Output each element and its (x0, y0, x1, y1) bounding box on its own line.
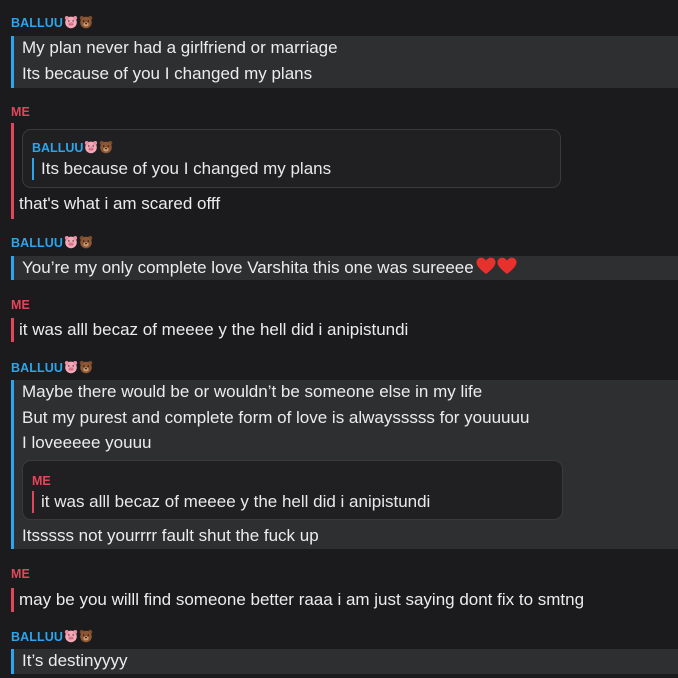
sender-name: ME (11, 105, 30, 119)
message-text: My plan never had a girlfriend or marria… (22, 38, 338, 57)
red-heart-icon (497, 257, 517, 281)
sender-label: BALLUU (11, 630, 63, 644)
message-text: may be you willl find someone better raa… (19, 590, 585, 609)
message-balluu[interactable]: BALLUU Maybe there would be or wouldn’t … (0, 352, 678, 552)
message-text: You’re my only complete love Varshita th… (22, 257, 517, 279)
sender-label: BALLUU (11, 16, 63, 30)
message-text-content: You’re my only complete love Varshita th… (22, 258, 474, 277)
sender-name: BALLUU (11, 15, 93, 31)
bear-face-icon (79, 15, 93, 33)
message-balluu[interactable]: BALLUU It’s destinyyyy (0, 622, 678, 678)
message-body: it was alll becaz of meeee y the hell di… (11, 318, 678, 342)
message-body: You’re my only complete love Varshita th… (11, 256, 678, 280)
message-body: My plan never had a girlfriend or marria… (11, 36, 678, 88)
sender-name: BALLUU (11, 629, 93, 645)
quoted-text: Its because of you I changed my plans (41, 159, 332, 178)
sender-name: ME (11, 298, 30, 312)
sender-name: ME (11, 567, 30, 581)
sender-label: BALLUU (11, 361, 63, 375)
reply-quote[interactable]: BALLUU Its because of you I changed my p… (22, 129, 561, 188)
quoted-body: it was alll becaz of meeee y the hell di… (32, 491, 554, 513)
message-me[interactable]: ME may be you willl find someone better … (0, 560, 678, 614)
message-me[interactable]: ME it was alll becaz of meeee y the hell… (0, 290, 678, 344)
pig-face-icon (64, 629, 78, 647)
bear-face-icon (79, 360, 93, 378)
message-me[interactable]: ME BALLUU Its because of you I changed m… (0, 100, 678, 222)
message-text: Its because of you I changed my plans (22, 64, 313, 83)
quoted-sender: ME (32, 474, 51, 488)
quoted-sender: BALLUU (32, 140, 113, 158)
message-balluu[interactable]: BALLUU You’re my only complete love Vars… (0, 228, 678, 282)
message-text: I loveeeee youuu (22, 433, 152, 452)
pig-face-icon (84, 140, 98, 158)
bear-face-icon (79, 235, 93, 253)
sender-label: BALLUU (11, 236, 63, 250)
message-body: may be you willl find someone better raa… (11, 588, 678, 612)
chat-transcript: BALLUU My plan never had a girlfriend or… (0, 0, 678, 678)
message-body: BALLUU Its because of you I changed my p… (11, 123, 678, 219)
message-text: It’s destinyyyy (22, 651, 128, 670)
message-text: it was alll becaz of meeee y the hell di… (19, 320, 409, 339)
message-text: that's what i am scared offf (19, 194, 221, 213)
bear-face-icon (99, 140, 113, 158)
reply-quote[interactable]: ME it was alll becaz of meeee y the hell… (22, 460, 563, 520)
message-text: Itsssss not yourrrr fault shut the fuck … (22, 526, 319, 545)
pig-face-icon (64, 15, 78, 33)
sender-name: BALLUU (11, 235, 93, 251)
red-heart-icon (476, 257, 496, 281)
sender-name: BALLUU (11, 360, 93, 376)
pig-face-icon (64, 235, 78, 253)
message-text: But my purest and complete form of love … (22, 408, 530, 427)
message-body: Maybe there would be or wouldn’t be some… (11, 380, 678, 549)
bear-face-icon (79, 629, 93, 647)
message-body: It’s destinyyyy (11, 649, 678, 674)
quoted-sender-label: BALLUU (32, 141, 84, 155)
quoted-text: it was alll becaz of meeee y the hell di… (41, 492, 431, 511)
quoted-body: Its because of you I changed my plans (32, 158, 552, 180)
message-text: Maybe there would be or wouldn’t be some… (22, 382, 483, 401)
message-balluu[interactable]: BALLUU My plan never had a girlfriend or… (0, 0, 678, 90)
pig-face-icon (64, 360, 78, 378)
